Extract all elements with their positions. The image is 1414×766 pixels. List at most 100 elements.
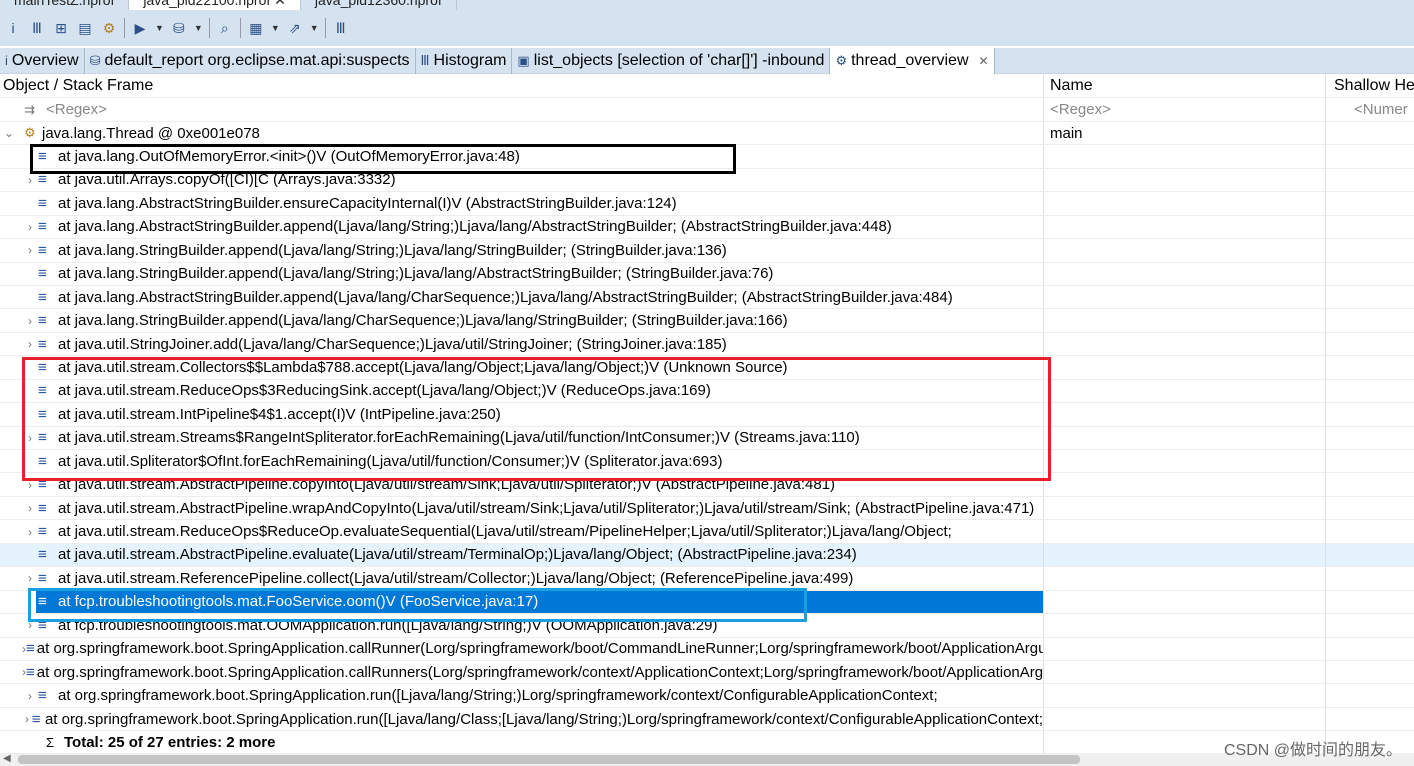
expand-icon[interactable]: › — [22, 525, 38, 539]
stack-frame-row[interactable]: ≡ at java.util.Spliterator$OfInt.forEachR… — [0, 450, 1414, 474]
stack-frame-row[interactable]: › ≡ at java.util.stream.AbstractPipeline.w… — [0, 496, 1414, 521]
stack-frame-row[interactable]: › ≡ at java.util.Arrays.copyOf([CI)[C (Arr… — [0, 168, 1414, 193]
tab-default_report[interactable]: ⛁ default_report org.eclipse.mat.api:susp… — [85, 48, 416, 74]
thread-row[interactable]: ⌄ ⚙ java.lang.Thread @ 0xe001e078 main — [0, 121, 1414, 146]
stack-frame-row[interactable]: ≡ at java.lang.StringBuilder.append(Ljava… — [0, 262, 1414, 286]
expand-icon[interactable]: › — [22, 173, 38, 187]
stack-frame-row[interactable]: › ≡ at org.springframework.boot.SpringAppl… — [0, 684, 1414, 708]
tab-icon: Ⅲ — [420, 53, 430, 68]
scroll-left-icon[interactable]: ◀ — [3, 753, 11, 764]
stack-frame-row[interactable]: ≡ at java.lang.AbstractStringBuilder.ensu… — [0, 192, 1414, 216]
reports-icon[interactable]: ⛁ — [170, 20, 188, 37]
stack-frame-icon: ≡ — [38, 616, 47, 634]
horizontal-scrollbar[interactable]: ◀ — [0, 753, 1414, 766]
scrollbar-thumb[interactable] — [18, 755, 1080, 764]
stack-frame-row[interactable]: ≡ at java.lang.OutOfMemoryError.<init>()V… — [0, 145, 1414, 169]
thread-label: java.lang.Thread @ 0xe001e078 — [42, 124, 260, 142]
stack-frame-row[interactable]: ≡ at java.util.stream.AbstractPipeline.ev… — [0, 543, 1414, 568]
stack-frame-label: at java.util.stream.IntPipeline$4$1.acce… — [58, 405, 501, 423]
frame-filter-input[interactable]: <Regex> — [46, 101, 107, 118]
expand-icon[interactable]: › — [22, 689, 38, 703]
heap-dump-icon[interactable]: Ⅲ — [332, 20, 350, 37]
total-row: Σ Total: 25 of 27 entries: 2 more — [0, 731, 1414, 755]
expand-icon[interactable]: › — [22, 431, 38, 445]
total-label: Total: 25 of 27 entries: 2 more — [64, 733, 276, 751]
stack-frame-row[interactable]: › ≡ at java.lang.StringBuilder.append(Ljav… — [0, 309, 1414, 333]
stack-frame-row[interactable]: › ≡ at org.springframework.boot.SpringAppl… — [0, 637, 1414, 661]
stack-frame-row[interactable]: › ≡ at org.springframework.boot.SpringAppl… — [0, 660, 1414, 685]
stack-frame-row[interactable]: › ≡ at java.lang.AbstractStringBuilder.app… — [0, 215, 1414, 240]
editor-tab[interactable]: java_pid12360.hprof — [301, 0, 457, 10]
stack-frame-icon: ≡ — [38, 429, 47, 447]
expand-icon[interactable]: › — [22, 478, 38, 492]
stack-frame-row[interactable]: › ≡ at java.util.stream.ReferencePipeline.… — [0, 567, 1414, 591]
expand-icon[interactable]: › — [22, 220, 38, 234]
stack-frame-row[interactable]: › ≡ at java.util.stream.ReduceOps$ReduceOp… — [0, 520, 1414, 544]
stack-frame-row[interactable]: ≡ at java.util.stream.Collectors$$Lambda$… — [0, 356, 1414, 380]
expand-icon[interactable]: › — [22, 243, 38, 257]
stack-frame-row[interactable]: › ≡ at java.lang.StringBuilder.append(Ljav… — [0, 239, 1414, 263]
chevron-down-icon[interactable]: ▼ — [194, 23, 203, 33]
tab-list_objects[interactable]: ▣ list_objects [selection of 'char[]'] -i… — [512, 48, 831, 74]
stack-frame-label: at java.lang.StringBuilder.append(Ljava/… — [58, 241, 727, 259]
chevron-down-icon[interactable]: ▼ — [155, 23, 164, 33]
collapse-icon[interactable]: ⌄ — [4, 126, 24, 140]
dominator-tree-icon[interactable]: ⊞ — [52, 20, 70, 37]
calculator-icon[interactable]: ▦ — [247, 20, 265, 37]
toolbar: i Ⅲ ⊞ ▤ ⚙ ▶ ▼ ⛁ ▼ ⌕ ▦ ▼ ⇗ ▼ Ⅲ — [0, 10, 1414, 46]
watermark: CSDN @做时间的朋友。 — [1223, 742, 1402, 759]
view-tabs: i Overview ⛁ default_report org.eclipse.mat… — [0, 48, 1414, 74]
query-browser-icon[interactable]: ▶ — [131, 20, 149, 37]
expand-icon[interactable]: › — [22, 314, 38, 328]
stack-frame-icon: ≡ — [38, 405, 47, 423]
editor-tab[interactable]: mainTestZ.hprof — [0, 0, 130, 10]
tab-label: Overview — [11, 52, 79, 69]
shallow-filter-input[interactable]: <Numer — [1326, 98, 1414, 120]
stack-frame-label: at java.util.Arrays.copyOf([CI)[C (Array… — [58, 171, 396, 189]
stack-frame-label: at org.springframework.boot.SpringApplic… — [44, 710, 1043, 728]
stack-frame-row[interactable]: ≡ at java.util.stream.IntPipeline$4$1.acc… — [0, 403, 1414, 427]
chevron-down-icon[interactable]: ▼ — [271, 23, 280, 33]
stack-frame-row[interactable]: › ≡ at fcp.troubleshootingtools.mat.OOMApp… — [0, 614, 1414, 638]
tab-overview[interactable]: i Overview — [0, 48, 85, 74]
expand-icon[interactable]: › — [22, 712, 32, 726]
thread-overview-table: Object / Stack Frame Name Shallow He ⇉ <R… — [0, 75, 1414, 755]
stack-frame-label: at org.springframework.boot.SpringApplic… — [36, 640, 1044, 658]
stack-frame-row[interactable]: ≡ at java.lang.AbstractStringBuilder.appe… — [0, 285, 1414, 310]
chevron-down-icon[interactable]: ▼ — [310, 23, 319, 33]
stack-frame-row[interactable]: › ≡ at java.util.stream.AbstractPipeline.c… — [0, 473, 1414, 497]
stack-frame-row[interactable]: › ≡ at org.springframework.boot.SpringAppl… — [0, 707, 1414, 732]
stack-frame-row[interactable]: ≡ at fcp.troubleshootingtools.mat.FooServ… — [0, 590, 1414, 615]
tab-histogram[interactable]: Ⅲ Histogram — [416, 48, 513, 74]
stack-frame-label: at java.util.stream.ReduceOps$ReduceOp.e… — [58, 523, 952, 541]
histogram-icon[interactable]: Ⅲ — [28, 20, 46, 37]
stack-frame-icon: ≡ — [38, 194, 47, 212]
stack-frame-icon: ≡ — [31, 710, 41, 728]
stack-frame-row[interactable]: › ≡ at java.util.StringJoiner.add(Ljava/la… — [0, 332, 1414, 357]
expand-icon[interactable]: › — [22, 501, 38, 515]
close-icon[interactable]: ✕ — [979, 48, 989, 74]
thread-icon[interactable]: ⚙ — [100, 20, 118, 37]
expand-icon[interactable]: › — [22, 618, 38, 632]
name-filter-input[interactable]: <Regex> — [1044, 98, 1326, 121]
oql-icon[interactable]: ▤ — [76, 20, 94, 37]
filter-row: ⇉ <Regex> <Regex> <Numer — [0, 98, 1414, 122]
column-header-frame[interactable]: Object / Stack Frame — [0, 75, 1044, 98]
editor-tab[interactable]: java_pid22100.hprof ✕ — [129, 0, 301, 10]
stack-frame-label: at java.lang.AbstractStringBuilder.appen… — [58, 288, 953, 306]
stack-frame-icon: ≡ — [38, 452, 47, 470]
column-header-shallow[interactable]: Shallow He — [1326, 75, 1414, 97]
editor-tabs: mainTestZ.hprof java_pid22100.hprof ✕ java… — [0, 0, 1414, 10]
expand-icon[interactable]: › — [22, 337, 38, 351]
tab-thread_overview[interactable]: ⚙ thread_overview ✕ — [830, 48, 995, 74]
info-icon[interactable]: i — [4, 20, 22, 36]
stack-frame-row[interactable]: › ≡ at java.util.stream.Streams$RangeIntSp… — [0, 426, 1414, 450]
stack-frame-icon: ≡ — [38, 218, 47, 236]
export-icon[interactable]: ⇗ — [286, 20, 304, 37]
expand-icon[interactable]: › — [22, 571, 38, 585]
column-header-row: Object / Stack Frame Name Shallow He — [0, 75, 1414, 99]
column-header-name[interactable]: Name — [1044, 75, 1326, 98]
stack-frame-row[interactable]: ≡ at java.util.stream.ReduceOps$3Reducing… — [0, 379, 1414, 404]
search-icon[interactable]: ⌕ — [216, 20, 234, 37]
stack-frame-label: at java.lang.StringBuilder.append(Ljava/… — [58, 265, 774, 283]
